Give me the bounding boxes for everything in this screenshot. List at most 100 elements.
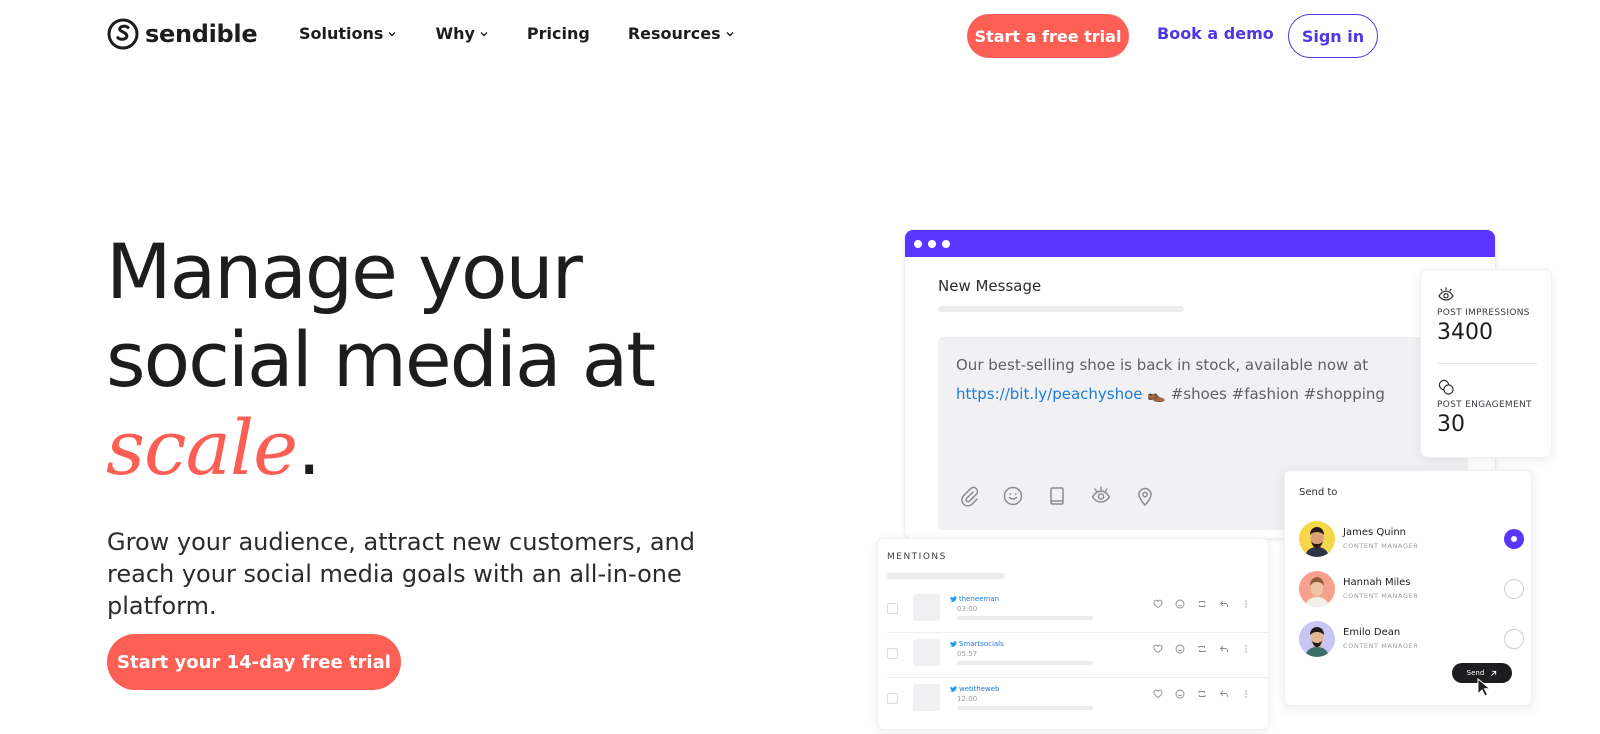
- main-menu: Solutions Why Pricing Resources: [299, 24, 735, 43]
- retweet-icon[interactable]: [1197, 644, 1207, 654]
- start-14-day-trial-button[interactable]: Start your 14-day free trial: [107, 634, 401, 690]
- eye-icon: [1438, 287, 1454, 301]
- emoji-icon[interactable]: [1002, 485, 1024, 507]
- start-free-trial-button[interactable]: Start a free trial: [967, 14, 1129, 58]
- chat-bubbles-icon: [1438, 379, 1454, 395]
- chevron-down-icon: [388, 31, 396, 36]
- send-to-card: Send to James Quinn CONTENT MANAGER Hann…: [1284, 470, 1532, 706]
- recipient-name: Emilo Dean: [1343, 627, 1401, 638]
- recipient-radio[interactable]: [1504, 629, 1524, 649]
- nav-solutions-label: Solutions: [299, 24, 384, 43]
- reply-icon[interactable]: [1219, 689, 1229, 699]
- mention-handle[interactable]: theneeman: [950, 595, 999, 603]
- mouse-cursor-icon: [1477, 678, 1492, 697]
- recipient-role: CONTENT MANAGER: [1343, 592, 1419, 600]
- twitter-icon: [950, 686, 957, 692]
- reply-icon[interactable]: [1219, 644, 1229, 654]
- nav-pricing-label: Pricing: [526, 24, 590, 43]
- mention-handle-text: Smartsocials: [959, 640, 1004, 648]
- eye-icon[interactable]: [1090, 485, 1112, 507]
- mention-row[interactable]: theneeman 03:00: [878, 589, 1270, 633]
- composer-placeholder-line: [938, 306, 1184, 312]
- mention-actions: [1153, 599, 1251, 609]
- mention-placeholder-line: [957, 616, 1093, 620]
- engagement-value: 30: [1437, 412, 1465, 437]
- mention-actions: [1153, 689, 1251, 699]
- reply-icon[interactable]: [1219, 599, 1229, 609]
- hero-headline-period: .: [297, 403, 321, 492]
- composer-title: New Message: [938, 277, 1042, 295]
- impressions-value: 3400: [1437, 320, 1493, 345]
- nav-resources-label: Resources: [627, 24, 721, 43]
- hero-subtitle: Grow your audience, attract new customer…: [107, 528, 695, 620]
- row-divider: [887, 677, 1270, 678]
- more-options-icon[interactable]: [1241, 689, 1251, 699]
- twitter-icon: [950, 641, 957, 647]
- mention-handle[interactable]: webtheweb: [950, 685, 999, 693]
- sendible-logo-icon: [107, 18, 139, 50]
- emoji-icon[interactable]: [1175, 689, 1185, 699]
- avatar: [1299, 571, 1335, 607]
- chevron-down-icon: [726, 31, 734, 36]
- retweet-icon[interactable]: [1197, 689, 1207, 699]
- nav-why[interactable]: Why: [435, 24, 488, 43]
- recipient-hannah-miles[interactable]: Hannah Miles CONTENT MANAGER: [1299, 571, 1524, 611]
- nav-solutions[interactable]: Solutions: [299, 24, 397, 43]
- mention-handle[interactable]: Smartsocials: [950, 640, 1004, 648]
- mention-checkbox[interactable]: [887, 693, 898, 704]
- window-dot: [928, 239, 936, 248]
- sign-in-button[interactable]: Sign in: [1288, 14, 1378, 58]
- heart-icon[interactable]: [1153, 599, 1163, 609]
- impressions-stat: POST IMPRESSIONS 3400: [1437, 286, 1530, 345]
- send-to-title: Send to: [1299, 487, 1338, 498]
- row-divider: [887, 632, 1270, 633]
- stats-divider: [1437, 363, 1537, 364]
- avatar: [1299, 621, 1335, 657]
- book-icon[interactable]: [1046, 485, 1068, 507]
- recipient-emilo-dean[interactable]: Emilo Dean CONTENT MANAGER: [1299, 621, 1524, 661]
- composer-title-bar: [905, 230, 1495, 257]
- paperclip-icon[interactable]: [958, 485, 980, 507]
- message-link[interactable]: https://bit.ly/peachyshoe: [956, 385, 1143, 403]
- mentions-placeholder-line: [887, 573, 1005, 579]
- nav-why-label: Why: [435, 24, 475, 43]
- chevron-down-icon: [480, 31, 488, 36]
- hero-headline-line-2: social media at: [106, 315, 656, 404]
- book-demo-link[interactable]: Book a demo: [1157, 24, 1274, 43]
- mention-thumbnail: [913, 684, 940, 711]
- mention-checkbox[interactable]: [887, 648, 898, 659]
- mention-handle-text: theneeman: [959, 595, 1000, 603]
- recipient-radio-selected[interactable]: [1504, 529, 1524, 549]
- recipient-role: CONTENT MANAGER: [1343, 642, 1419, 650]
- hero-headline-line-1: Manage your: [106, 227, 583, 316]
- location-pin-icon[interactable]: [1134, 485, 1156, 507]
- mention-checkbox[interactable]: [887, 603, 898, 614]
- logo-text: sendible: [145, 20, 258, 48]
- avatar: [1299, 521, 1335, 557]
- engagement-stat: POST ENGAGEMENT 30: [1437, 378, 1532, 437]
- more-options-icon[interactable]: [1241, 599, 1251, 609]
- window-dot: [914, 239, 922, 248]
- more-options-icon[interactable]: [1241, 644, 1251, 654]
- mention-row[interactable]: Smartsocials 05:57: [878, 634, 1270, 678]
- emoji-icon[interactable]: [1175, 644, 1185, 654]
- heart-icon[interactable]: [1153, 689, 1163, 699]
- composer-toolbar: [958, 485, 1156, 507]
- message-text-end: 👞 #shoes #fashion #shopping: [1147, 385, 1385, 403]
- sendible-logo[interactable]: sendible: [107, 18, 258, 50]
- heart-icon[interactable]: [1153, 644, 1163, 654]
- hero-headline: Manage your social media at scale.: [106, 227, 656, 492]
- mention-time: 05:57: [957, 650, 978, 658]
- emoji-icon[interactable]: [1175, 599, 1185, 609]
- nav-resources[interactable]: Resources: [628, 24, 735, 43]
- post-stats-card: POST IMPRESSIONS 3400 POST ENGAGEMENT 30: [1420, 269, 1552, 458]
- top-navigation: sendible Solutions Why Pricing Resources…: [0, 0, 1600, 72]
- hero-accent-word: scale: [106, 403, 298, 492]
- mention-handle-text: webtheweb: [959, 685, 1000, 693]
- mention-row[interactable]: webtheweb 12:00: [878, 679, 1270, 723]
- retweet-icon[interactable]: [1197, 599, 1207, 609]
- recipient-james-quinn[interactable]: James Quinn CONTENT MANAGER: [1299, 521, 1524, 561]
- recipient-role: CONTENT MANAGER: [1343, 542, 1419, 550]
- nav-pricing[interactable]: Pricing: [527, 24, 590, 43]
- recipient-radio[interactable]: [1504, 579, 1524, 599]
